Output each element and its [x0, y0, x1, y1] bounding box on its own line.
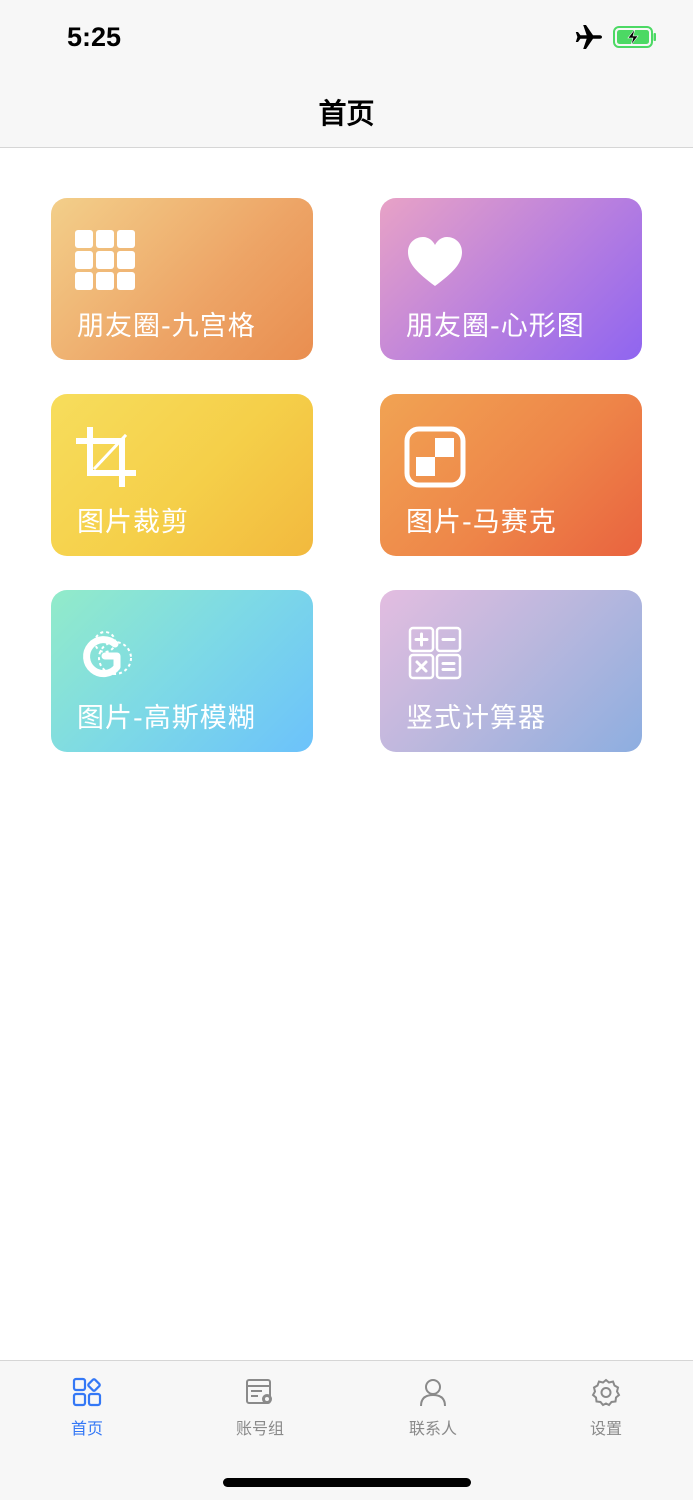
- tab-account-group[interactable]: 账号组: [200, 1377, 320, 1439]
- page-title: 首页: [318, 96, 375, 130]
- card-crop[interactable]: 图片裁剪: [51, 394, 313, 556]
- settings-gear-icon: [591, 1378, 621, 1407]
- card-heart[interactable]: 朋友圈-心形图: [380, 198, 642, 360]
- card-nine-grid[interactable]: 朋友圈-九宫格: [51, 198, 313, 360]
- card-label: 图片-马赛克: [406, 507, 557, 538]
- battery-charging-icon: [613, 26, 656, 48]
- home-indicator: [223, 1478, 471, 1487]
- card-calculator[interactable]: 竖式计算器: [380, 590, 642, 752]
- calculator-icon: [408, 626, 462, 680]
- card-label: 竖式计算器: [406, 703, 546, 734]
- tab-label: 设置: [589, 1419, 622, 1438]
- card-label: 图片-高斯模糊: [77, 703, 256, 734]
- tab-label: 首页: [70, 1419, 103, 1438]
- status-icons: [575, 24, 657, 50]
- airplane-icon: [575, 25, 602, 49]
- blur-g-icon: [83, 631, 132, 678]
- grid-nine-icon: [75, 230, 135, 290]
- card-gaussian-blur[interactable]: 图片-高斯模糊: [51, 590, 313, 752]
- heart-icon: [408, 237, 462, 286]
- mosaic-icon: [404, 426, 466, 488]
- tab-settings[interactable]: 设置: [546, 1377, 666, 1439]
- account-group-icon: [246, 1379, 272, 1404]
- card-label: 朋友圈-九宫格: [77, 311, 256, 342]
- contact-person-icon: [420, 1379, 446, 1407]
- nav-bar: 首页: [0, 76, 693, 148]
- tab-contacts[interactable]: 联系人: [373, 1377, 493, 1439]
- tab-label: 联系人: [408, 1419, 457, 1438]
- card-label: 朋友圈-心形图: [406, 311, 585, 342]
- card-label: 图片裁剪: [77, 507, 189, 538]
- tab-home[interactable]: 首页: [27, 1377, 147, 1439]
- status-bar: 5:25: [0, 0, 693, 76]
- card-mosaic[interactable]: 图片-马赛克: [380, 394, 642, 556]
- home-grid-icon: [72, 1377, 102, 1407]
- status-time: 5:25: [67, 22, 122, 52]
- tab-label: 账号组: [235, 1419, 284, 1438]
- crop-icon: [76, 427, 136, 487]
